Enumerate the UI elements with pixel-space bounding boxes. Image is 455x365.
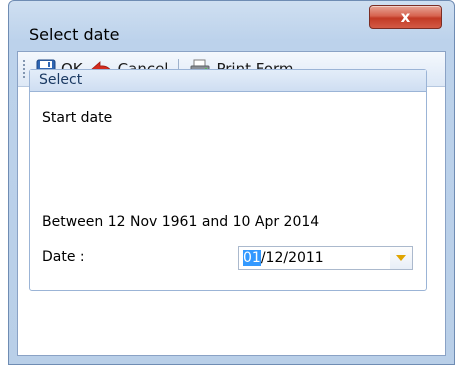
title-bar[interactable]: Select date x (9, 1, 454, 49)
close-button[interactable]: x (369, 5, 442, 29)
group-header: Select (30, 70, 426, 92)
close-icon: x (400, 8, 411, 26)
date-value[interactable]: 01/12/2011 (243, 250, 324, 266)
window-title: Select date (29, 25, 120, 44)
date-range-text: Between 12 Nov 1961 and 10 Apr 2014 (42, 214, 320, 230)
date-combo-input[interactable]: 01/12/2011 (238, 246, 413, 270)
select-group: Select Start date Between 12 Nov 1961 an… (29, 69, 427, 291)
dialog-window: Select date x OK Cancel (8, 0, 455, 365)
date-label: Date : (42, 249, 85, 265)
toolbar-grip[interactable] (22, 59, 26, 79)
date-dropdown-button[interactable] (390, 247, 412, 269)
date-value-rest: /12/2011 (260, 250, 324, 266)
date-day-selection: 01 (243, 250, 261, 266)
field-name-label: Start date (42, 110, 113, 126)
chevron-down-icon (396, 255, 406, 261)
